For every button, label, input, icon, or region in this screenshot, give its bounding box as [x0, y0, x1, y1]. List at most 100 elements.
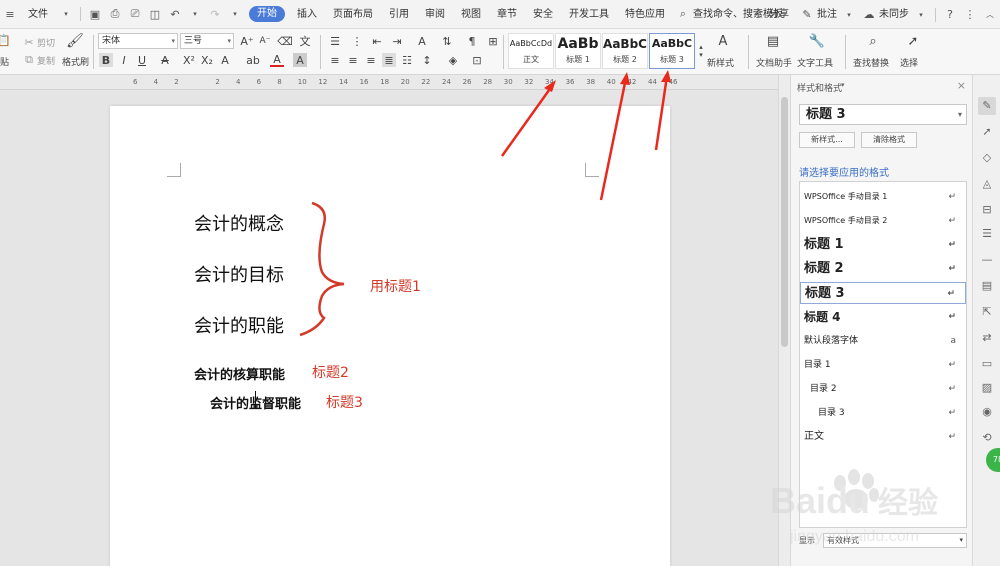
new-style-button[interactable]: 新样式 — [707, 56, 734, 69]
line-spacing-icon[interactable]: ↕ — [420, 53, 434, 67]
tab-security[interactable]: 安全 — [525, 0, 561, 29]
heading-1-goal[interactable]: 会计的目标 — [194, 261, 284, 287]
more-icon[interactable]: ⋮ — [962, 7, 978, 23]
collapse-ribbon-icon[interactable]: ︿ — [982, 7, 998, 23]
style-heading-3[interactable]: AaBbC 标题 3 — [649, 33, 695, 69]
text-effect-icon[interactable]: A — [218, 53, 232, 67]
align-left-icon[interactable]: ≡ — [328, 53, 342, 67]
tab-review[interactable]: 审阅 — [417, 0, 453, 29]
align-center-icon[interactable]: ≡ — [346, 53, 360, 67]
comment-button[interactable]: 批注 — [817, 0, 839, 29]
font-name-select[interactable]: 宋体 ▾ — [98, 33, 178, 49]
horizontal-ruler[interactable]: 6 4 2 2 4 6 8 10 12 14 16 18 20 22 24 26 28 30 32 34 36 38 40 4… — [0, 75, 778, 90]
align-right-icon[interactable]: ≡ — [364, 53, 378, 67]
style-list-item[interactable]: 标题 1 ↵ — [800, 234, 966, 256]
copy-icon[interactable]: ⧉ — [22, 53, 36, 67]
undo-icon[interactable]: ↶ — [167, 6, 183, 22]
preview-icon[interactable]: ◫ — [147, 6, 163, 22]
tab-features[interactable]: 特色应用 — [617, 0, 673, 29]
increase-indent-icon[interactable]: ⇥ — [390, 34, 404, 48]
fill-icon[interactable]: ◬ — [980, 177, 994, 191]
find-replace-button[interactable]: 查找替换 — [853, 56, 889, 69]
chevron-down-icon[interactable]: ▾ — [187, 6, 203, 22]
sync-icon[interactable]: ☁ — [861, 7, 877, 23]
help-icon[interactable]: ? — [942, 7, 958, 23]
search-icon[interactable]: ⌕ — [675, 6, 691, 22]
distributed-icon[interactable]: ☷ — [400, 53, 414, 67]
doc-helper-icon[interactable]: ▤ — [766, 34, 780, 49]
dash-icon[interactable]: — — [980, 253, 994, 267]
cut-button[interactable]: 剪切 — [37, 36, 55, 49]
format-painter-button[interactable]: 格式刷 — [62, 55, 89, 68]
export-pdf-icon[interactable]: ⎙ — [107, 6, 123, 22]
format-painter-icon[interactable]: 🖌 — [66, 33, 84, 49]
table-icon[interactable]: ⊞ — [486, 34, 500, 48]
menu-icon[interactable]: ≡ — [2, 6, 18, 22]
image-icon[interactable]: ▨ — [980, 381, 994, 395]
backup-icon[interactable]: ◉ — [980, 405, 994, 419]
style-list-item[interactable]: 目录 1 ↵ — [800, 354, 966, 376]
scrollbar-thumb[interactable] — [781, 97, 788, 347]
redo-icon[interactable]: ↷ — [207, 6, 223, 22]
file-menu[interactable]: 文件 — [20, 0, 56, 29]
tab-page-layout[interactable]: 页面布局 — [325, 0, 381, 29]
style-list-item[interactable]: 正文 ↵ — [800, 426, 966, 448]
clear-format-button[interactable]: 清除格式 — [861, 132, 917, 148]
borders-icon[interactable]: ⊡ — [470, 53, 484, 67]
doc-helper-button[interactable]: 文档助手 — [756, 56, 792, 69]
style-gallery-more-icon[interactable]: ▴ ▾ — [694, 37, 708, 65]
print-icon[interactable]: ⎚ — [127, 6, 143, 22]
limit-edit-icon[interactable]: ⊟ — [980, 203, 994, 217]
phonetic-icon[interactable]: 文 — [298, 34, 312, 48]
style-list-item[interactable]: WPSOffice 手动目录 1 ↵ — [800, 186, 966, 208]
style-heading-1[interactable]: AaBb 标题 1 — [555, 33, 601, 69]
font-color-icon[interactable]: A — [270, 53, 284, 67]
close-icon[interactable]: × — [957, 79, 966, 92]
highlight-icon[interactable]: ab — [246, 53, 260, 67]
style-normal[interactable]: AaBbCcDd 正文 — [508, 33, 554, 69]
current-style-select[interactable]: 标题 3 ▾ — [799, 104, 967, 125]
shapes-icon[interactable]: ◇ — [980, 151, 994, 165]
history-icon[interactable]: ⟲ — [980, 431, 994, 445]
tab-home[interactable]: 开始 — [249, 6, 285, 22]
chevron-down-icon[interactable]: ▾ — [58, 6, 74, 22]
style-list-item[interactable]: 标题 4 ↵ — [800, 306, 966, 328]
cut-icon[interactable]: ✂ — [22, 35, 36, 49]
italic-icon[interactable]: I — [117, 53, 131, 67]
chevron-down-icon[interactable]: ▾ — [913, 7, 929, 23]
grow-font-icon[interactable]: A⁺ — [240, 34, 254, 48]
tab-insert[interactable]: 插入 — [289, 0, 325, 29]
font-size-select[interactable]: 三号 ▾ — [180, 33, 234, 49]
select-button[interactable]: 选择 — [900, 56, 918, 69]
share-out-icon[interactable]: ⇱ — [980, 305, 994, 319]
bold-icon[interactable]: B — [99, 53, 113, 67]
style-list-item[interactable]: 默认段落字体 a — [800, 330, 966, 352]
tab-references[interactable]: 引用 — [381, 0, 417, 29]
paste-button-label[interactable]: 贴 — [0, 55, 9, 68]
style-list-item[interactable]: 目录 2 ↵ — [800, 378, 966, 400]
shading-icon[interactable]: ◈ — [446, 53, 460, 67]
shrink-font-icon[interactable]: A⁻ — [258, 34, 272, 48]
superscript-icon[interactable]: X² — [182, 53, 196, 67]
tab-developer[interactable]: 开发工具 — [561, 0, 617, 29]
heading-1-function[interactable]: 会计的职能 — [194, 312, 284, 338]
chinese-layout-icon[interactable]: A — [415, 34, 429, 48]
justify-icon[interactable]: ≣ — [382, 53, 396, 67]
find-replace-icon[interactable]: ⌕ — [866, 34, 880, 49]
char-shading-icon[interactable]: A — [293, 53, 307, 67]
chevron-down-icon[interactable]: ▾ — [841, 81, 845, 89]
style-list-item[interactable]: 标题 2 ↵ — [800, 258, 966, 280]
show-marks-icon[interactable]: ¶ — [465, 34, 479, 48]
new-style-icon[interactable]: A — [716, 34, 730, 49]
heading-2-accounting[interactable]: 会计的核算职能 — [194, 364, 285, 383]
strikethrough-icon[interactable]: A — [158, 53, 172, 67]
save-icon[interactable]: ▣ — [87, 6, 103, 22]
paste-icon[interactable]: 📋 — [0, 33, 11, 47]
heading-1-concept[interactable]: 会计的概念 — [194, 210, 284, 236]
tab-chapter[interactable]: 章节 — [489, 0, 525, 29]
select-pointer-icon[interactable]: ➚ — [980, 125, 994, 139]
chevron-down-icon[interactable]: ▾ — [227, 6, 243, 22]
subscript-icon[interactable]: X₂ — [200, 53, 214, 67]
text-tools-button[interactable]: 文字工具 — [797, 56, 833, 69]
document-icon[interactable]: ▤ — [980, 279, 994, 293]
